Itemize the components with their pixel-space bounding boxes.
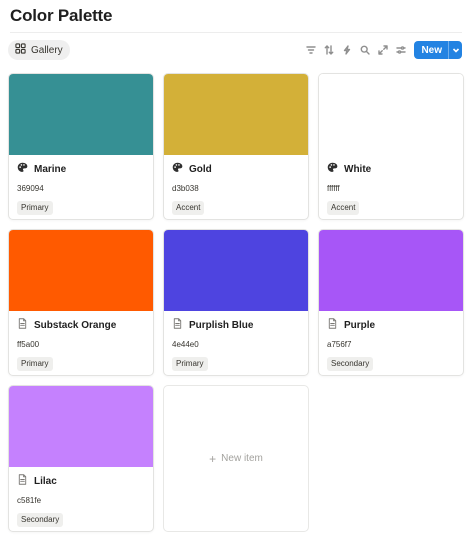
gallery-card[interactable]: Marine 369094 Primary <box>8 73 154 220</box>
chevron-down-icon[interactable] <box>448 41 462 59</box>
page-title: Color Palette <box>10 6 113 25</box>
card-hex: d3b038 <box>172 184 199 193</box>
color-swatch <box>9 230 153 311</box>
lightning-icon[interactable] <box>338 41 356 59</box>
palette-icon <box>327 162 338 176</box>
color-swatch <box>164 230 308 311</box>
view-tab-gallery[interactable]: Gallery <box>8 40 70 60</box>
new-button[interactable]: New <box>414 41 462 59</box>
card-hex: ff5a00 <box>17 340 40 349</box>
page-icon <box>17 318 28 332</box>
gallery-card[interactable]: Lilac c581fe Secondary <box>8 385 154 532</box>
color-swatch <box>319 74 463 155</box>
filter-icon[interactable] <box>302 41 320 59</box>
palette-icon <box>172 162 183 176</box>
sort-icon[interactable] <box>320 41 338 59</box>
card-title: Lilac <box>34 475 57 487</box>
card-title: White <box>344 163 372 175</box>
color-swatch <box>9 386 153 467</box>
settings-sliders-icon[interactable] <box>392 41 410 59</box>
page-icon <box>172 318 183 332</box>
new-item-label: New item <box>221 453 263 464</box>
card-hex: a756f7 <box>327 340 352 349</box>
page-icon <box>327 318 338 332</box>
card-tag: Primary <box>172 357 208 371</box>
gallery-card[interactable]: Purple a756f7 Secondary <box>318 229 464 376</box>
card-tag: Secondary <box>17 513 64 527</box>
card-title: Gold <box>189 163 212 175</box>
plus-icon: + <box>209 451 217 466</box>
gallery-card[interactable]: Purplish Blue 4e44e0 Primary <box>163 229 309 376</box>
new-item-button[interactable]: + New item <box>163 385 309 532</box>
gallery-grid-icon <box>15 43 26 57</box>
card-tag: Accent <box>327 201 360 215</box>
card-title: Marine <box>34 163 67 175</box>
card-tag: Primary <box>17 201 53 215</box>
card-hex: 369094 <box>17 184 44 193</box>
search-icon[interactable] <box>356 41 374 59</box>
gallery-grid: Marine 369094 Primary Gold d3b038 Accent… <box>8 73 464 532</box>
card-tag: Primary <box>17 357 53 371</box>
toolbar: New <box>302 41 462 59</box>
card-hex: c581fe <box>17 496 42 505</box>
header-divider <box>10 32 462 33</box>
view-tab-label: Gallery <box>31 44 63 56</box>
new-button-label[interactable]: New <box>414 41 448 59</box>
gallery-card[interactable]: Substack Orange ff5a00 Primary <box>8 229 154 376</box>
expand-icon[interactable] <box>374 41 392 59</box>
card-hex: ffffff <box>327 184 340 193</box>
card-title: Purplish Blue <box>189 319 254 331</box>
card-hex: 4e44e0 <box>172 340 199 349</box>
gallery-card[interactable]: White ffffff Accent <box>318 73 464 220</box>
color-swatch <box>9 74 153 155</box>
page-icon <box>17 474 28 488</box>
color-swatch <box>164 74 308 155</box>
color-swatch <box>319 230 463 311</box>
palette-icon <box>17 162 28 176</box>
card-tag: Accent <box>172 201 205 215</box>
card-tag: Secondary <box>327 357 374 371</box>
gallery-card[interactable]: Gold d3b038 Accent <box>163 73 309 220</box>
card-title: Substack Orange <box>34 319 117 331</box>
card-title: Purple <box>344 319 376 331</box>
